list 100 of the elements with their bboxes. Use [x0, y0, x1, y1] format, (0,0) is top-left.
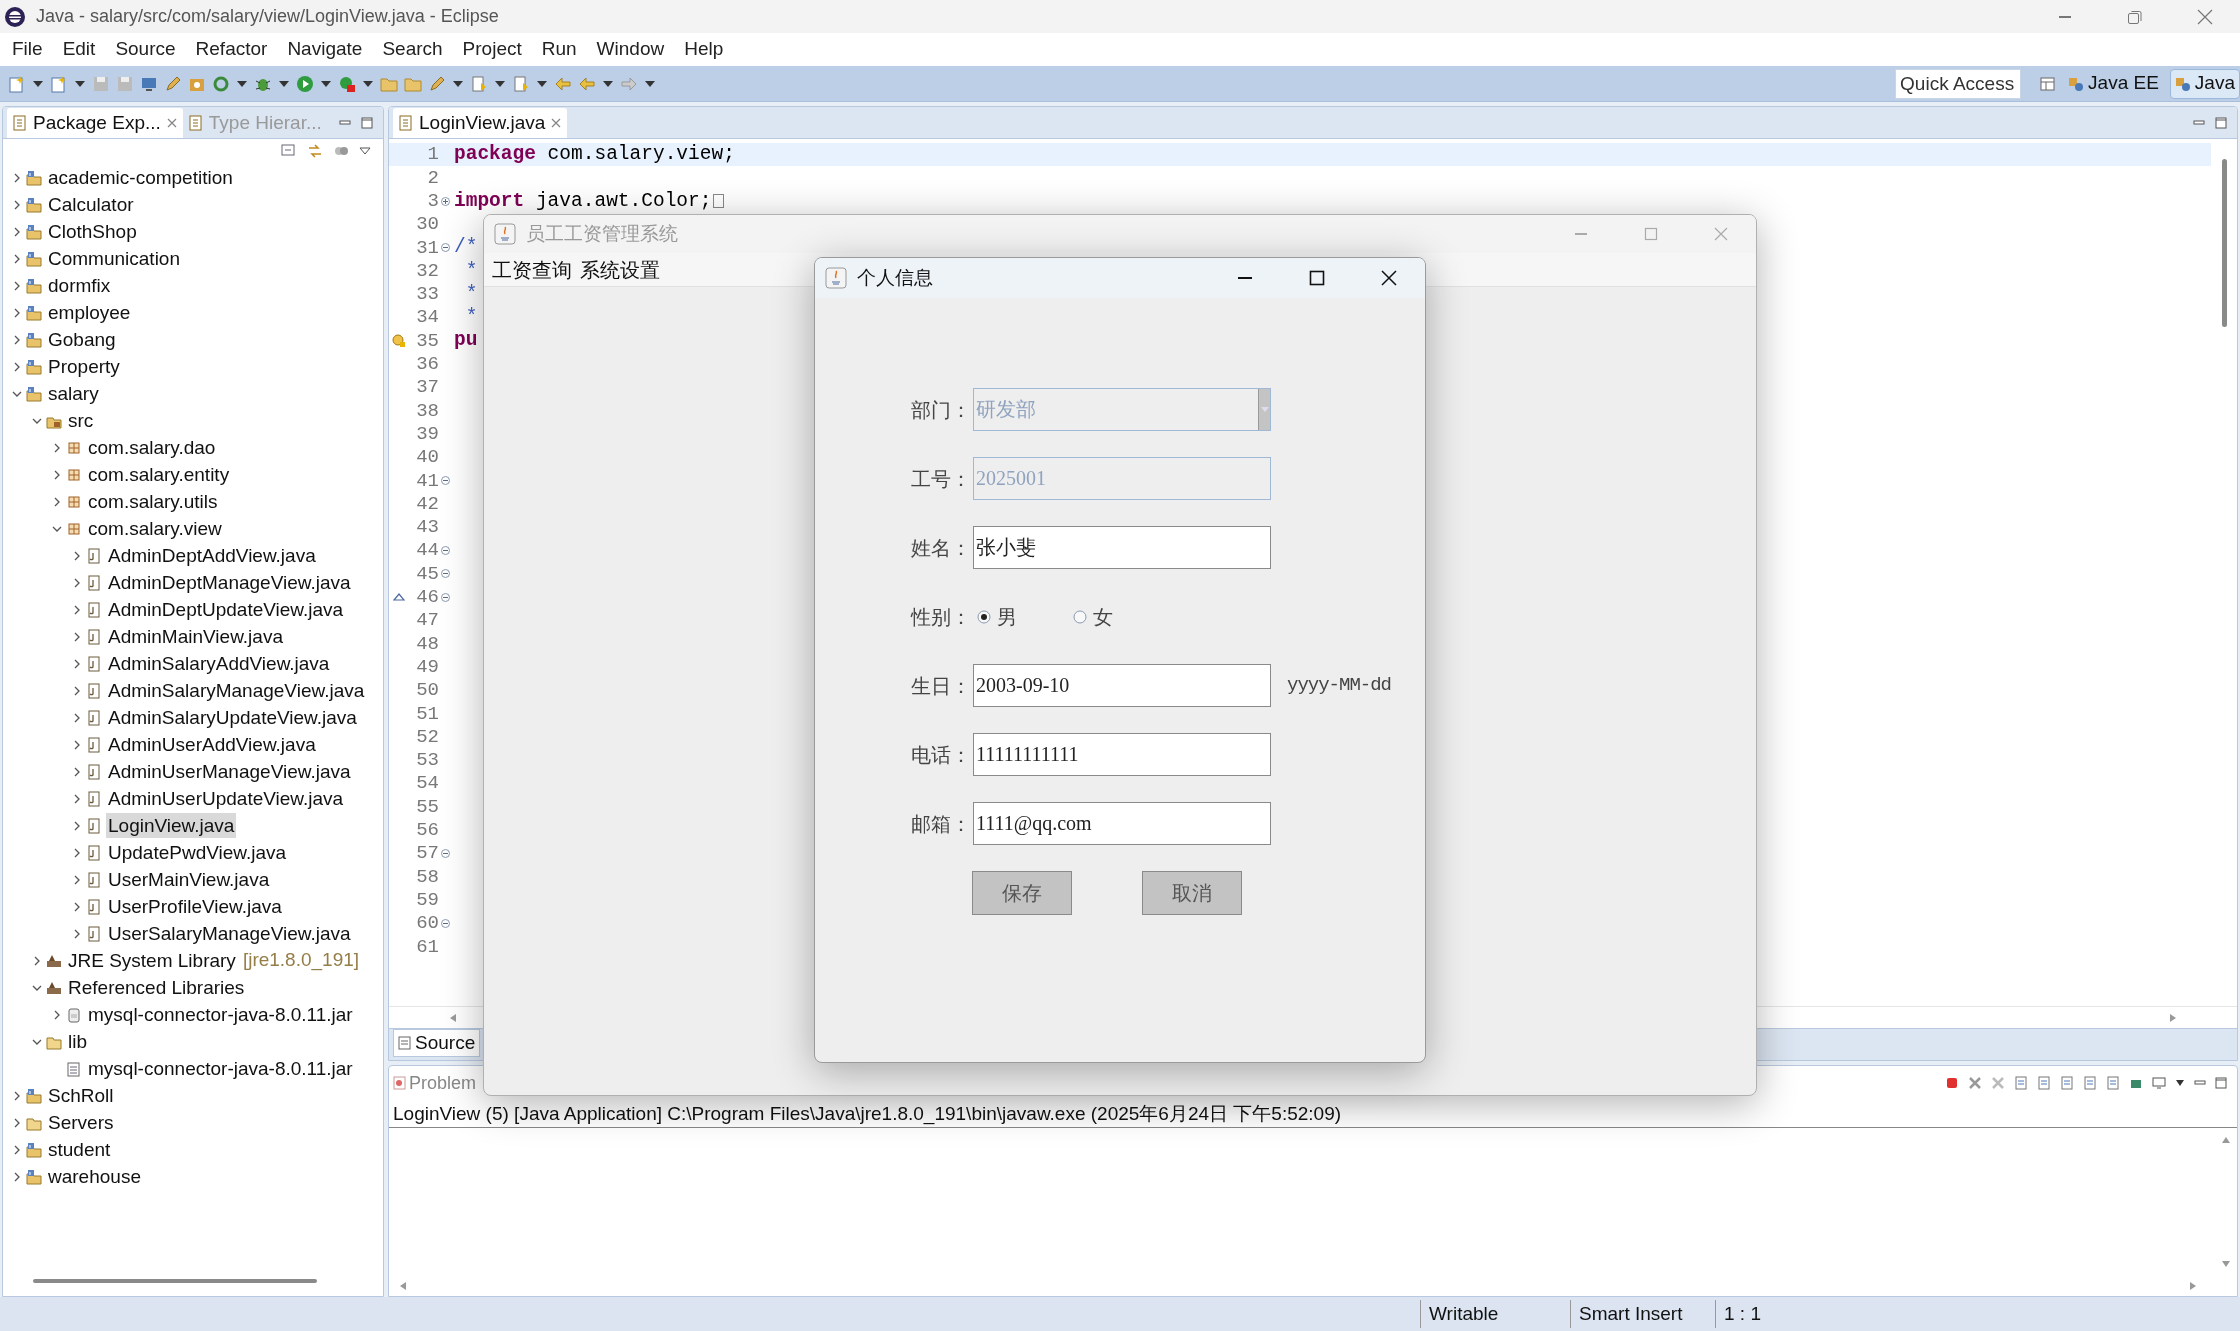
collapse-fold-icon[interactable]: [441, 592, 450, 602]
menu-item[interactable]: File: [2, 35, 53, 64]
tree-item[interactable]: JRE System Library: [66, 948, 238, 973]
tree-item[interactable]: UpdatePwdView.java: [106, 840, 289, 865]
view-tab[interactable]: LoginView.java: [393, 108, 568, 138]
tree-item[interactable]: AdminSalaryAddView.java: [106, 651, 332, 676]
scroll-left-icon[interactable]: [399, 1281, 407, 1291]
collapse-fold-icon[interactable]: [441, 243, 450, 253]
menu-item[interactable]: Source: [105, 35, 186, 64]
tree-item[interactable]: Calculator: [46, 192, 136, 217]
dropdown-button[interactable]: [236, 79, 248, 88]
input-field[interactable]: 2003-09-10: [973, 664, 1271, 707]
scroll-left-icon[interactable]: [449, 1012, 457, 1023]
tree-item[interactable]: salary: [46, 381, 101, 406]
tree-item[interactable]: student: [46, 1137, 113, 1162]
menu-item[interactable]: Navigate: [277, 35, 373, 64]
tree-item[interactable]: AdminSalaryUpdateView.java: [106, 705, 359, 730]
link-icon[interactable]: [307, 144, 323, 158]
tree-item[interactable]: Property: [46, 354, 122, 379]
menu-item[interactable]: 系统设置: [576, 254, 664, 285]
dropdown-button[interactable]: [362, 79, 374, 88]
menu-item[interactable]: Help: [674, 35, 734, 64]
tree-item[interactable]: Servers: [46, 1110, 116, 1135]
scroll-down-icon[interactable]: [2221, 1260, 2231, 1268]
remove-icon[interactable]: [1968, 1076, 1982, 1090]
close-icon[interactable]: [166, 118, 177, 128]
input-field[interactable]: 11111111111: [973, 733, 1271, 776]
dropdown-button[interactable]: [644, 79, 656, 88]
collapse-fold-icon[interactable]: [441, 849, 450, 859]
dropdown-button[interactable]: [452, 79, 464, 88]
tree-item[interactable]: AdminUserUpdateView.java: [106, 786, 346, 811]
collapse-fold-icon[interactable]: [441, 546, 450, 556]
tree-item[interactable]: UserMainView.java: [106, 867, 272, 892]
toolbar-button[interactable]: [164, 74, 182, 93]
minimize-icon[interactable]: [339, 117, 351, 128]
collapse-fold-icon[interactable]: [441, 569, 450, 579]
tree-item[interactable]: dormfix: [46, 273, 113, 298]
toolbar-button[interactable]: [50, 74, 68, 93]
minimize-icon[interactable]: [2194, 1078, 2206, 1088]
tree-item[interactable]: src: [66, 408, 96, 433]
tree-item[interactable]: com.salary.view: [86, 516, 224, 541]
view-menu-icon[interactable]: [2175, 1079, 2185, 1087]
menu-item[interactable]: Project: [452, 35, 532, 64]
tree-item[interactable]: AdminSalaryManageView.java: [106, 678, 367, 703]
tree-item[interactable]: com.salary.utils: [86, 489, 220, 514]
toolbar-button[interactable]: [338, 74, 356, 93]
menu-item[interactable]: Window: [586, 35, 675, 64]
tree-item[interactable]: AdminDeptAddView.java: [106, 543, 318, 568]
menu-item[interactable]: 工资查询: [488, 254, 576, 285]
input-field[interactable]: 张小斐: [973, 526, 1271, 569]
filter-icon[interactable]: [333, 144, 349, 158]
toolbar-button[interactable]: [296, 74, 314, 93]
tree-item[interactable]: LoginView.java: [106, 813, 237, 838]
dropdown-button[interactable]: [494, 79, 506, 88]
close-icon[interactable]: [551, 118, 562, 128]
menu-item[interactable]: Edit: [52, 35, 106, 64]
dropdown-button[interactable]: [32, 79, 44, 88]
dropdown-button[interactable]: [278, 79, 290, 88]
menu-item[interactable]: Run: [531, 35, 587, 64]
input-field[interactable]: 1111@qq.com: [973, 802, 1271, 845]
expand-fold-icon[interactable]: [441, 196, 450, 206]
maximize-icon[interactable]: [2215, 1077, 2227, 1089]
toolbar-button[interactable]: [512, 74, 530, 93]
dropdown-button[interactable]: [74, 79, 86, 88]
view-menu-icon[interactable]: [359, 146, 371, 156]
tree-item[interactable]: com.salary.dao: [86, 435, 218, 460]
stop-icon[interactable]: [1945, 1076, 1959, 1090]
dropdown-button[interactable]: [536, 79, 548, 88]
scroll-right-icon[interactable]: [2169, 1012, 2177, 1023]
toolbar-button[interactable]: [470, 74, 488, 93]
view-tab[interactable]: Package Exp...: [7, 108, 183, 138]
tree-item[interactable]: academic-competition: [46, 165, 235, 190]
dropdown-button[interactable]: [320, 79, 332, 88]
collapse-fold-icon[interactable]: [441, 476, 450, 486]
collapse-fold-icon[interactable]: [441, 918, 450, 928]
dropdown-button[interactable]: [602, 79, 614, 88]
tree-item[interactable]: Referenced Libraries: [66, 975, 247, 1000]
menu-item[interactable]: Refactor: [185, 35, 278, 64]
scroll-thumb[interactable]: [33, 1279, 317, 1283]
tree-item[interactable]: AdminUserManageView.java: [106, 759, 353, 784]
tree-item[interactable]: AdminMainView.java: [106, 624, 285, 649]
dialog-button[interactable]: 取消: [1142, 871, 1242, 915]
menu-item[interactable]: Search: [372, 35, 453, 64]
tree-item[interactable]: Gobang: [46, 327, 118, 352]
scroll-thumb[interactable]: [2221, 159, 2227, 327]
tree-item[interactable]: com.salary.entity: [86, 462, 232, 487]
view-tab[interactable]: Problem: [391, 1069, 479, 1097]
radio-option[interactable]: 女: [1073, 601, 1113, 632]
scroll-right-icon[interactable]: [2189, 1281, 2197, 1291]
tree-item[interactable]: AdminDeptUpdateView.java: [106, 597, 346, 622]
tree-item[interactable]: mysql-connector-java-8.0.11.jar: [86, 1002, 355, 1027]
editor-mode-tab[interactable]: Source: [393, 1029, 481, 1057]
maximize-icon[interactable]: [361, 116, 373, 129]
tree-item[interactable]: employee: [46, 300, 133, 325]
radio-option[interactable]: 男: [977, 601, 1073, 632]
toolbar-button[interactable]: [8, 74, 26, 93]
tree-item[interactable]: UserProfileView.java: [106, 894, 284, 919]
toolbar-button[interactable]: [428, 74, 446, 93]
maximize-icon[interactable]: [2215, 116, 2227, 129]
tree-item[interactable]: Communication: [46, 246, 182, 271]
